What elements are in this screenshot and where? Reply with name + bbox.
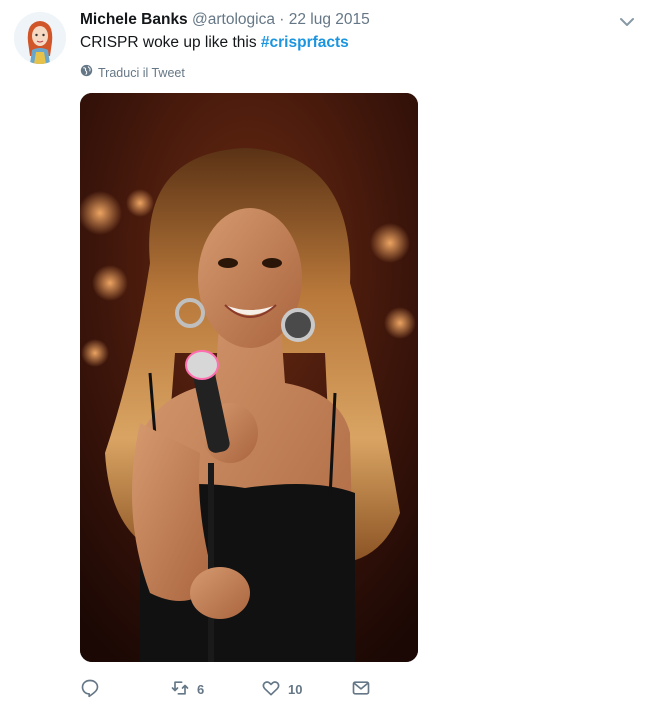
hashtag-link[interactable]: #crisprfacts — [261, 34, 349, 51]
envelope-icon — [351, 678, 371, 701]
globe-icon — [80, 64, 93, 81]
heart-icon — [261, 678, 281, 701]
translate-tweet-link[interactable]: Traduci il Tweet — [80, 64, 185, 81]
avatar[interactable] — [14, 12, 66, 64]
author-name[interactable]: Michele Banks — [80, 11, 188, 28]
separator-dot: · — [274, 11, 289, 28]
reply-button[interactable] — [80, 678, 100, 701]
tweet: Michele Banks @artologica · 22 lug 2015 … — [0, 0, 652, 708]
translate-label: Traduci il Tweet — [98, 65, 185, 80]
tweet-actions: 6 10 — [80, 678, 400, 704]
tweet-header: Michele Banks @artologica · 22 lug 2015 — [80, 10, 370, 30]
tweet-date[interactable]: 22 lug 2015 — [289, 11, 370, 28]
retweet-count: 6 — [197, 682, 205, 697]
retweet-button[interactable]: 6 — [170, 678, 204, 701]
retweet-icon — [170, 678, 190, 701]
tweet-text-plain: CRISPR woke up like this — [80, 34, 261, 51]
chevron-down-icon[interactable] — [620, 14, 634, 26]
like-count: 10 — [288, 682, 303, 697]
direct-message-button[interactable] — [351, 678, 371, 701]
reply-icon — [80, 678, 100, 701]
author-handle[interactable]: @artologica — [192, 11, 275, 28]
like-button[interactable]: 10 — [261, 678, 302, 701]
tweet-text: CRISPR woke up like this #crisprfacts — [80, 32, 349, 54]
tweet-photo[interactable] — [80, 93, 418, 662]
